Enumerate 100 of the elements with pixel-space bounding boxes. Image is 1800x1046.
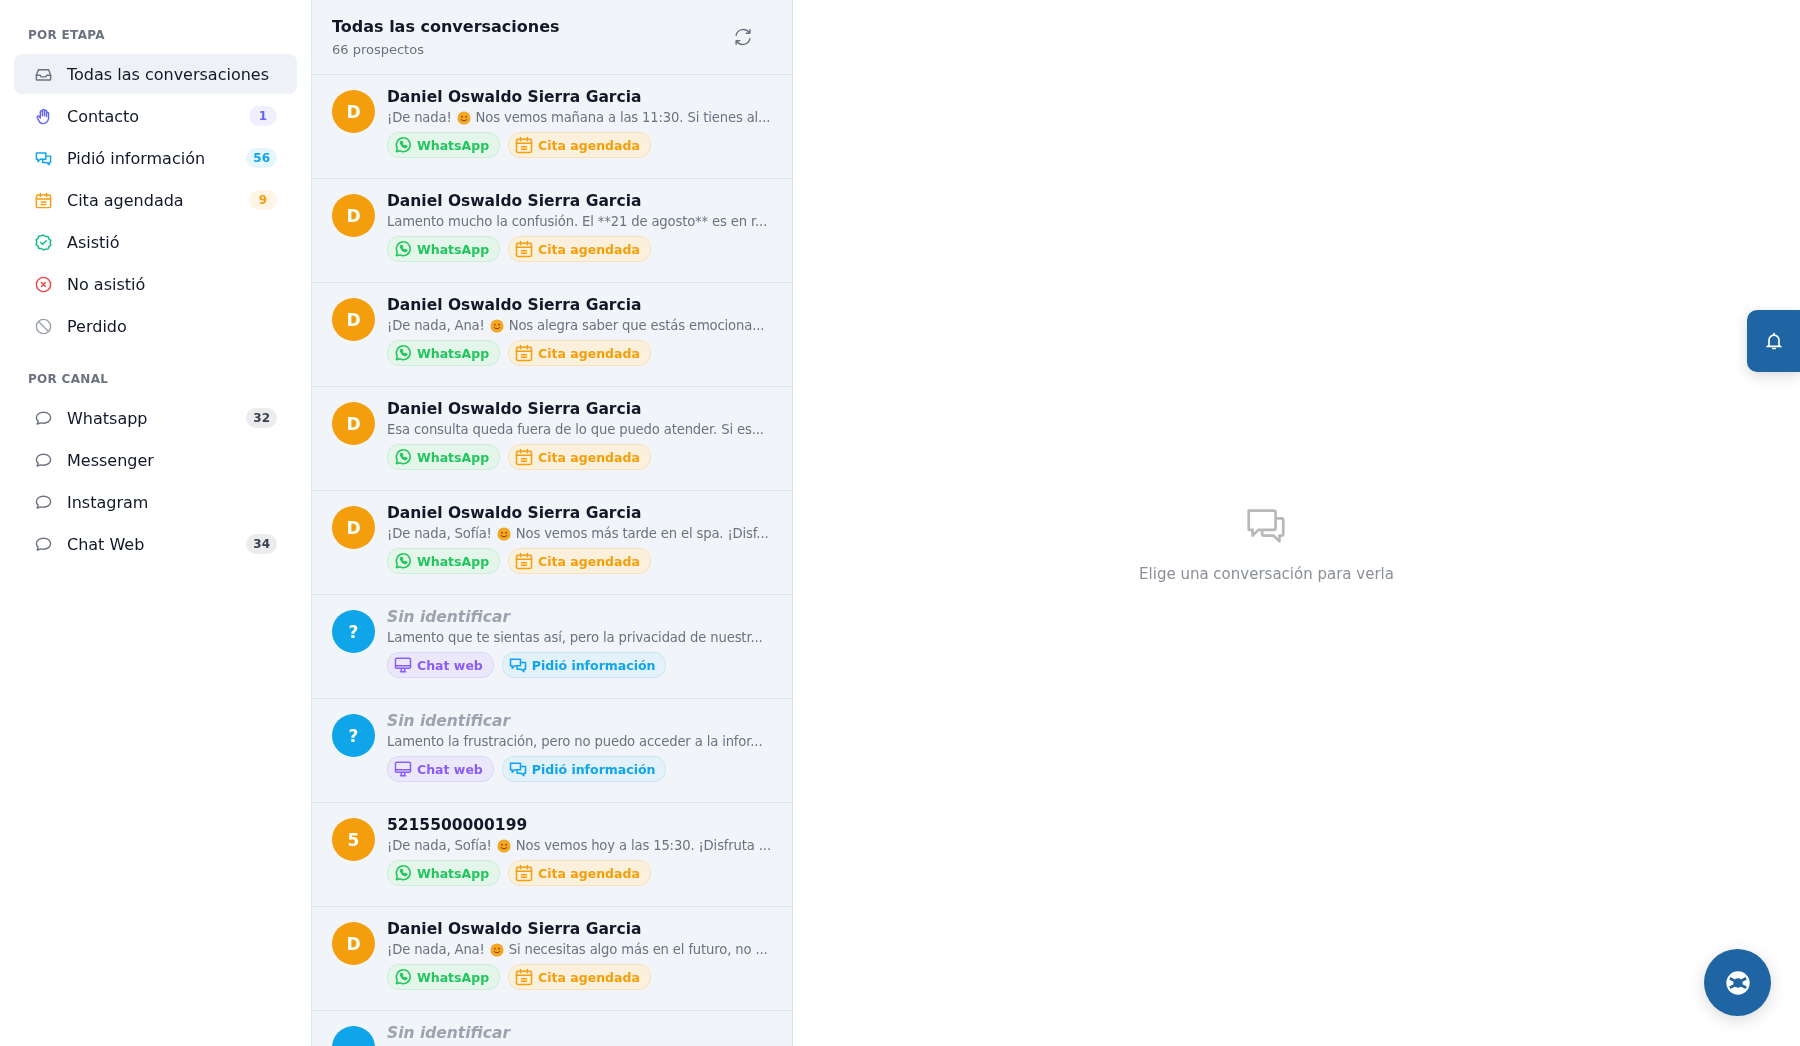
calendar-icon: [514, 447, 535, 467]
channel-tag: WhatsApp: [387, 340, 501, 366]
message-preview: Si necesitas algo más en el futuro, no ...: [508, 942, 768, 957]
avatar: ?: [332, 610, 375, 653]
chat-bubble-icon: [34, 534, 53, 554]
message-preview: ¡De nada, Ana!: [387, 318, 485, 333]
message-preview: Nos alegra saber que estás emociona...: [508, 318, 765, 333]
contact-name: Daniel Oswaldo Sierra Garcia: [387, 192, 643, 210]
message-preview: Nos vemos mañana a las 11:30. Si tienes al...: [475, 110, 771, 125]
count-badge: 32: [246, 408, 277, 428]
channel-tag: WhatsApp: [387, 444, 501, 470]
calendar-icon: [514, 551, 535, 571]
ban-icon: [34, 316, 53, 336]
contact-name: Sin identificar: [387, 608, 512, 626]
whatsapp-icon: [393, 863, 413, 883]
stage-tag: Cita agendada: [508, 548, 651, 574]
message-preview: ¡De nada, Sofía!: [387, 526, 492, 541]
contact-name: Daniel Oswaldo Sierra Garcia: [387, 88, 643, 106]
section-heading: POR CANAL: [27, 371, 110, 388]
check-badge-icon: [34, 232, 53, 252]
calendar-icon: [514, 343, 535, 363]
contact-name: Daniel Oswaldo Sierra Garcia: [387, 400, 643, 418]
channel-tag: WhatsApp: [387, 236, 501, 262]
sidebar-item[interactable]: Cita agendada 9: [14, 180, 297, 220]
sidebar-item[interactable]: Pidió información 56: [14, 138, 297, 178]
item-label: Cita agendada: [67, 190, 185, 210]
chat-bubbles-icon: [507, 759, 528, 779]
item-label: Perdido: [67, 316, 128, 336]
channel-tag: Chat web: [387, 756, 494, 782]
stage-tag: Cita agendada: [508, 964, 651, 990]
whatsapp-icon: [393, 447, 413, 467]
avatar: 5: [332, 818, 375, 861]
stage-tag: Cita agendada: [508, 444, 651, 470]
lifebuoy-icon: [1723, 968, 1752, 997]
contact-name: Daniel Oswaldo Sierra Garcia: [387, 504, 643, 522]
channel-tag: Chat web: [387, 652, 494, 678]
message-preview: Nos vemos más tarde en el spa. ¡Disf...: [515, 526, 769, 541]
stage-tag: Cita agendada: [508, 340, 651, 366]
help-button[interactable]: [1704, 949, 1771, 1016]
list-title: Todas las conversaciones: [332, 17, 561, 36]
refresh-icon[interactable]: [732, 26, 754, 48]
sidebar-item[interactable]: Contacto 1: [14, 96, 297, 136]
sidebar-item[interactable]: Chat Web 34: [14, 524, 297, 564]
bell-icon: [1763, 331, 1784, 351]
whatsapp-icon: [393, 135, 413, 155]
item-label: Messenger: [67, 450, 155, 470]
channel-tag: WhatsApp: [387, 860, 501, 886]
chat-bubble-icon: [34, 450, 53, 470]
avatar: D: [332, 90, 375, 133]
calendar-icon: [514, 863, 535, 883]
smiley-icon: [496, 526, 511, 541]
count-badge: 34: [246, 534, 277, 554]
whatsapp-icon: [393, 551, 413, 571]
item-label: Whatsapp: [67, 408, 149, 428]
item-label: Todas las conversaciones: [67, 64, 270, 84]
sidebar-item[interactable]: No asistió: [14, 264, 297, 304]
avatar: D: [332, 402, 375, 445]
item-label: Contacto: [67, 106, 141, 126]
chat-bubble-icon: [34, 492, 53, 512]
calendar-icon: [514, 967, 535, 987]
prospect-count: 66 prospectos: [332, 42, 425, 57]
avatar: D: [332, 922, 375, 965]
item-label: No asistió: [67, 274, 147, 294]
item-label: Chat Web: [67, 534, 146, 554]
sidebar-item[interactable]: Instagram: [14, 482, 297, 522]
channel-tag: WhatsApp: [387, 548, 501, 574]
contact-name: Daniel Oswaldo Sierra Garcia: [387, 296, 643, 314]
message-preview: Lamento mucho la confusión. El **21 de agosto** es en r...: [387, 214, 768, 229]
sidebar-item[interactable]: Todas las conversaciones: [14, 54, 297, 94]
message-preview: ¡De nada, Ana!: [387, 942, 485, 957]
sidebar-item[interactable]: Perdido: [14, 306, 297, 346]
smiley-icon: [456, 110, 471, 125]
avatar: D: [332, 298, 375, 341]
sidebar-item[interactable]: Asistió: [14, 222, 297, 262]
count-badge: 1: [249, 106, 277, 126]
whatsapp-icon: [393, 343, 413, 363]
stage-tag: Cita agendada: [508, 860, 651, 886]
chat-bubble-icon: [34, 408, 53, 428]
avatar: D: [332, 506, 375, 549]
channel-tag: WhatsApp: [387, 132, 501, 158]
item-label: Instagram: [67, 492, 150, 512]
item-label: Pidió información: [67, 148, 207, 168]
chat-bubbles-icon: [507, 655, 528, 675]
message-preview: Esa consulta queda fuera de lo que puedo atender. Si es...: [387, 422, 764, 437]
calendar-icon: [34, 190, 53, 210]
message-preview: Lamento que te sientas así, pero la privacidad de nuestr...: [387, 630, 763, 645]
message-preview: ¡De nada, Sofía!: [387, 838, 492, 853]
monitor-icon: [393, 655, 413, 675]
contact-name: 5215500000199: [387, 816, 529, 834]
notifications-button[interactable]: [1747, 310, 1800, 372]
sidebar-item[interactable]: Messenger: [14, 440, 297, 480]
item-label: Asistió: [67, 232, 121, 252]
count-badge: 56: [246, 148, 277, 168]
empty-state-message: Elige una conversación para verla: [1139, 565, 1394, 583]
smiley-icon: [489, 318, 504, 333]
whatsapp-icon: [393, 967, 413, 987]
avatar: D: [332, 194, 375, 237]
sidebar-item[interactable]: Whatsapp 32: [14, 398, 297, 438]
stage-tag: Pidió información: [501, 756, 667, 782]
smiley-icon: [496, 838, 511, 853]
